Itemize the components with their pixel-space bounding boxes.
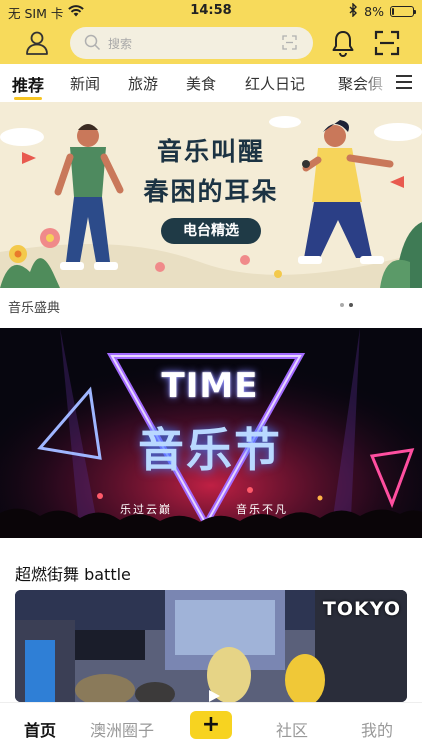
search-input[interactable]: 搜索	[70, 27, 313, 59]
festival-headline: TIME	[161, 366, 259, 406]
music-festival-card[interactable]: TIME 音乐节 乐过云巅 音乐不凡	[0, 328, 422, 538]
bell-icon	[328, 31, 358, 63]
banner-title-line1: 音乐叫醒	[156, 137, 265, 166]
nav-profile[interactable]: 我的	[361, 717, 393, 741]
search-placeholder: 搜索	[108, 37, 133, 51]
tab-news[interactable]: 新闻	[70, 73, 100, 94]
nav-australia-circle[interactable]: 澳洲圈子	[90, 717, 154, 741]
carousel-dot-active	[349, 303, 353, 307]
status-bar: 无 SIM 卡 14:58 8%	[0, 0, 422, 22]
festival-slogan-left: 乐过云巅	[120, 503, 172, 516]
carousel-dot	[340, 303, 344, 307]
app-screen: 无 SIM 卡 14:58 8% 搜索 推荐 新闻 旅游 美食 红人日记 聚会俱…	[0, 0, 422, 750]
battery-fill	[392, 8, 394, 15]
notifications-button[interactable]	[328, 27, 358, 59]
dance-video-card[interactable]: TOKYO	[15, 590, 407, 702]
tab-travel[interactable]: 旅游	[128, 73, 158, 94]
search-icon	[84, 34, 101, 55]
bottom-navigation: 首页 澳洲圈子 + 社区 我的	[0, 702, 422, 750]
top-header: 搜索	[0, 22, 422, 64]
promo-banner[interactable]: 音乐叫醒 春困的耳朵 电台精选	[0, 102, 422, 288]
nav-home[interactable]: 首页	[24, 717, 56, 741]
active-tab-indicator	[14, 97, 42, 100]
section-label: 音乐盛典	[8, 301, 61, 316]
menu-icon[interactable]	[396, 75, 412, 91]
tab-food[interactable]: 美食	[186, 73, 216, 94]
banner-title-line2: 春困的耳朵	[143, 177, 279, 206]
status-right: 8%	[348, 2, 416, 20]
tab-influencer-diary[interactable]: 红人日记	[245, 73, 305, 94]
tabs-fade	[362, 64, 392, 102]
add-post-button[interactable]: +	[190, 711, 232, 739]
scan-button[interactable]	[372, 28, 402, 58]
video-overlay-text: TOKYO	[322, 598, 401, 620]
radio-picks-button[interactable]: 电台精选	[161, 218, 261, 244]
bluetooth-icon	[348, 2, 358, 20]
user-icon	[22, 31, 52, 62]
scan-icon	[372, 30, 402, 62]
battery-icon	[390, 6, 416, 17]
tab-recommend[interactable]: 推荐	[12, 72, 44, 96]
user-button[interactable]	[22, 28, 52, 58]
play-icon[interactable]	[207, 688, 221, 702]
festival-slogan-right: 音乐不凡	[236, 503, 288, 516]
battery-percent: 8%	[364, 4, 384, 19]
carousel-indicator	[340, 303, 353, 307]
scan-icon[interactable]	[282, 35, 297, 54]
festival-headline-zh: 音乐节	[138, 423, 282, 477]
category-tabs: 推荐 新闻 旅游 美食 红人日记 聚会俱	[0, 64, 422, 102]
section-title: 超燃街舞 battle	[15, 565, 131, 584]
nav-community[interactable]: 社区	[276, 717, 308, 741]
